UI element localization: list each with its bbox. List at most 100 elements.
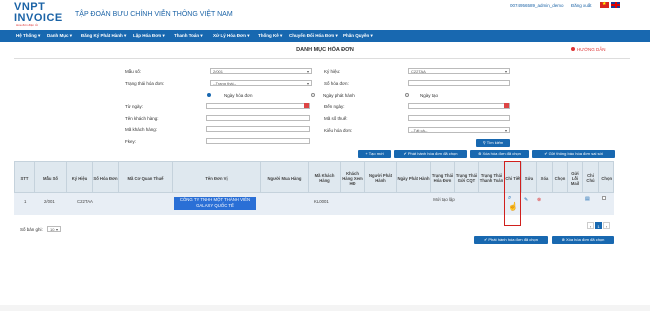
delete-selected-label: Xóa hóa đơn đã chọn bbox=[482, 151, 521, 156]
col-khach-hang-xem: Khách Hàng Xem HĐ bbox=[341, 162, 365, 194]
table-header: STT Mẫu Số Ký Hiệu Số Hóa Đơn Mã Cơ Quan… bbox=[14, 161, 614, 194]
radio-ngay-phat-hanh[interactable] bbox=[311, 93, 315, 97]
col-chi-chu: Chi Chú bbox=[583, 162, 599, 194]
delete-selected-button-bottom[interactable]: ⊗Xóa hóa đơn đã chọn bbox=[552, 236, 614, 244]
logo-subtitle: Hóa đơn điện tử bbox=[16, 23, 38, 27]
calendar-icon[interactable] bbox=[504, 103, 509, 108]
cell-ma-khach-hang: KL0001 bbox=[314, 199, 329, 204]
nav-thong-ke[interactable]: Thống Kê ▾ bbox=[258, 33, 282, 39]
search-icon: ⚲ bbox=[482, 140, 486, 145]
delete-icon: ⊗ bbox=[561, 237, 565, 242]
fkey-input[interactable] bbox=[206, 138, 310, 144]
radio-ngay-tao[interactable] bbox=[405, 93, 409, 97]
nav-chuyen-doi-hoa-don[interactable]: Chuyển Đổi Hóa Đơn ▾ bbox=[289, 33, 338, 39]
kieu-hoa-don-label: Kiểu hóa đơn: bbox=[324, 128, 353, 133]
col-ma-co-quan-thue: Mã Cơ Quan Thuế bbox=[119, 162, 173, 194]
nav-dang-ky-phat-hanh[interactable]: Đăng Ký Phát Hành ▾ bbox=[81, 33, 126, 39]
create-button-label: Tạo mới bbox=[368, 151, 384, 156]
company-name: TẬP ĐOÀN BƯU CHÍNH VIỄN THÔNG VIỆT NAM bbox=[75, 11, 233, 18]
uk-flag-icon[interactable] bbox=[611, 2, 620, 8]
den-ngay-input[interactable] bbox=[408, 103, 510, 109]
cell-mau-so: 2/001 bbox=[44, 199, 55, 204]
delete-selected-button[interactable]: ⊗Xóa hóa đơn đã chọn bbox=[470, 150, 529, 158]
cell-ky-hieu: C22TAA bbox=[77, 199, 93, 204]
send-icon: ✔ bbox=[544, 151, 548, 156]
ma-khach-hang-label: Mã khách hàng: bbox=[125, 127, 158, 132]
col-xoa: Xóa bbox=[537, 162, 553, 194]
ma-so-thue-input[interactable] bbox=[408, 115, 510, 121]
den-ngay-label: Đến ngày: bbox=[324, 104, 345, 109]
calendar-icon[interactable] bbox=[304, 103, 309, 108]
send-error-notice-label: Gửi thông báo hóa đơn sai sót bbox=[548, 151, 603, 156]
select-checkbox[interactable] bbox=[602, 196, 606, 200]
note-icon[interactable]: ▤ bbox=[585, 196, 590, 202]
radio-ngay-tao-label: Ngày tạo bbox=[420, 93, 439, 98]
col-sua: Sửa bbox=[522, 162, 537, 194]
ma-so-thue-label: Mã số thuế: bbox=[324, 116, 348, 121]
col-ky-hieu: Ký Hiệu bbox=[67, 162, 93, 194]
kieu-hoa-don-select[interactable]: --Tất cả-- bbox=[408, 127, 510, 133]
create-button[interactable]: +Tạo mới bbox=[358, 150, 391, 158]
col-chon: Chọn bbox=[553, 162, 568, 194]
so-ban-ghi-select[interactable]: 10 bbox=[47, 226, 61, 232]
search-button-label: Tìm kiếm bbox=[486, 140, 504, 145]
publish-selected-bottom-label: Phát hành hóa đơn đã chọn bbox=[488, 237, 538, 242]
search-button[interactable]: ⚲Tìm kiếm bbox=[476, 139, 510, 147]
nav-he-thong[interactable]: Hệ Thống ▾ bbox=[16, 33, 40, 39]
nav-danh-muc[interactable]: Danh Mục ▾ bbox=[47, 33, 72, 39]
publish-selected-label: Phát hành hóa đơn đã chọn bbox=[407, 151, 458, 156]
user-name-link[interactable]: 0074956589_admin_demo bbox=[510, 3, 564, 8]
cell-stt: 1 bbox=[24, 199, 27, 204]
fkey-label: Fkey: bbox=[125, 139, 137, 144]
check-icon: ✔ bbox=[403, 151, 407, 156]
cell-ten-don-vi: CÔNG TY TNHH MỘT THÀNH VIÊN GALAXY QUỐC … bbox=[174, 197, 256, 210]
check-icon: ✔ bbox=[484, 237, 488, 242]
radio-ngay-hoa-don-label: Ngày hóa đơn bbox=[224, 93, 253, 98]
delete-icon[interactable]: ⊗ bbox=[537, 197, 541, 203]
col-so-hoa-don: Số Hóa Đơn bbox=[93, 162, 119, 194]
ten-khach-hang-input[interactable] bbox=[206, 115, 310, 121]
divider bbox=[14, 58, 630, 59]
edit-icon[interactable]: ✎ bbox=[524, 197, 528, 203]
so-hoa-don-input[interactable] bbox=[408, 80, 510, 86]
cell-trang-thai: Mới tạo lập bbox=[433, 197, 455, 202]
nav-xu-ly-hoa-don[interactable]: Xử Lý Hóa Đơn ▾ bbox=[213, 33, 249, 39]
col-stt: STT bbox=[15, 162, 35, 194]
col-trang-thai-hoa-don: Trạng Thái Hóa Đơn bbox=[431, 162, 455, 194]
publish-selected-button[interactable]: ✔Phát hành hóa đơn đã chọn bbox=[394, 150, 467, 158]
col-nguoi-phat-hanh: Người Phát Hành bbox=[365, 162, 397, 194]
page-prev[interactable]: ‹ bbox=[587, 222, 594, 229]
col-ten-don-vi: Tên Đơn Vị bbox=[173, 162, 261, 194]
col-gui-loi-mail: Gửi Lỗi Mail bbox=[568, 162, 583, 194]
ten-khach-hang-label: Tên khách hàng: bbox=[125, 116, 159, 121]
ky-hieu-label: Ký hiệu: bbox=[324, 69, 341, 74]
nav-thanh-toan[interactable]: Thanh Toán ▾ bbox=[174, 33, 203, 39]
nav-phan-quyen[interactable]: Phân Quyền ▾ bbox=[343, 33, 373, 39]
mau-so-select[interactable]: 2/001 bbox=[210, 68, 312, 74]
nav-lap-hoa-don[interactable]: Lập Hóa Đơn ▾ bbox=[133, 33, 165, 39]
so-ban-ghi-label: Số bản ghi: bbox=[20, 227, 43, 232]
send-error-notice-button[interactable]: ✔Gửi thông báo hóa đơn sai sót bbox=[532, 150, 615, 158]
ma-khach-hang-input[interactable] bbox=[206, 126, 310, 132]
trang-thai-select[interactable]: --Trạng thái-- bbox=[210, 80, 312, 86]
page-1[interactable]: 1 bbox=[595, 222, 602, 229]
col-trang-thai-gui-cqt: Trạng Thái Gửi CQT bbox=[455, 162, 479, 194]
trang-thai-label: Trạng thái hóa đơn: bbox=[125, 81, 165, 86]
help-link[interactable]: HƯỚNG DẪN bbox=[577, 47, 605, 52]
plus-icon: + bbox=[365, 151, 368, 156]
page-title: DANH MỤC HÓA ĐƠN bbox=[296, 47, 354, 53]
main-nav: Hệ Thống ▾ Danh Mục ▾ Đăng Ký Phát Hành … bbox=[0, 30, 650, 42]
col-nguoi-mua-hang: Người Mua Hàng bbox=[261, 162, 309, 194]
logout-link[interactable]: Đăng xuất bbox=[571, 3, 592, 8]
vietnam-flag-icon[interactable]: ★ bbox=[600, 1, 609, 8]
help-icon[interactable] bbox=[571, 47, 575, 51]
radio-ngay-hoa-don[interactable] bbox=[207, 93, 211, 97]
col-ma-khach-hang: Mã Khách Hàng bbox=[309, 162, 341, 194]
delete-selected-bottom-label: Xóa hóa đơn đã chọn bbox=[565, 237, 605, 242]
tu-ngay-label: Từ ngày: bbox=[125, 104, 144, 109]
publish-selected-button-bottom[interactable]: ✔Phát hành hóa đơn đã chọn bbox=[474, 236, 548, 244]
ky-hieu-select[interactable]: C22TAA bbox=[408, 68, 510, 74]
col-mau-so: Mẫu Số bbox=[35, 162, 67, 194]
tu-ngay-input[interactable] bbox=[206, 103, 310, 109]
page-next[interactable]: › bbox=[603, 222, 610, 229]
